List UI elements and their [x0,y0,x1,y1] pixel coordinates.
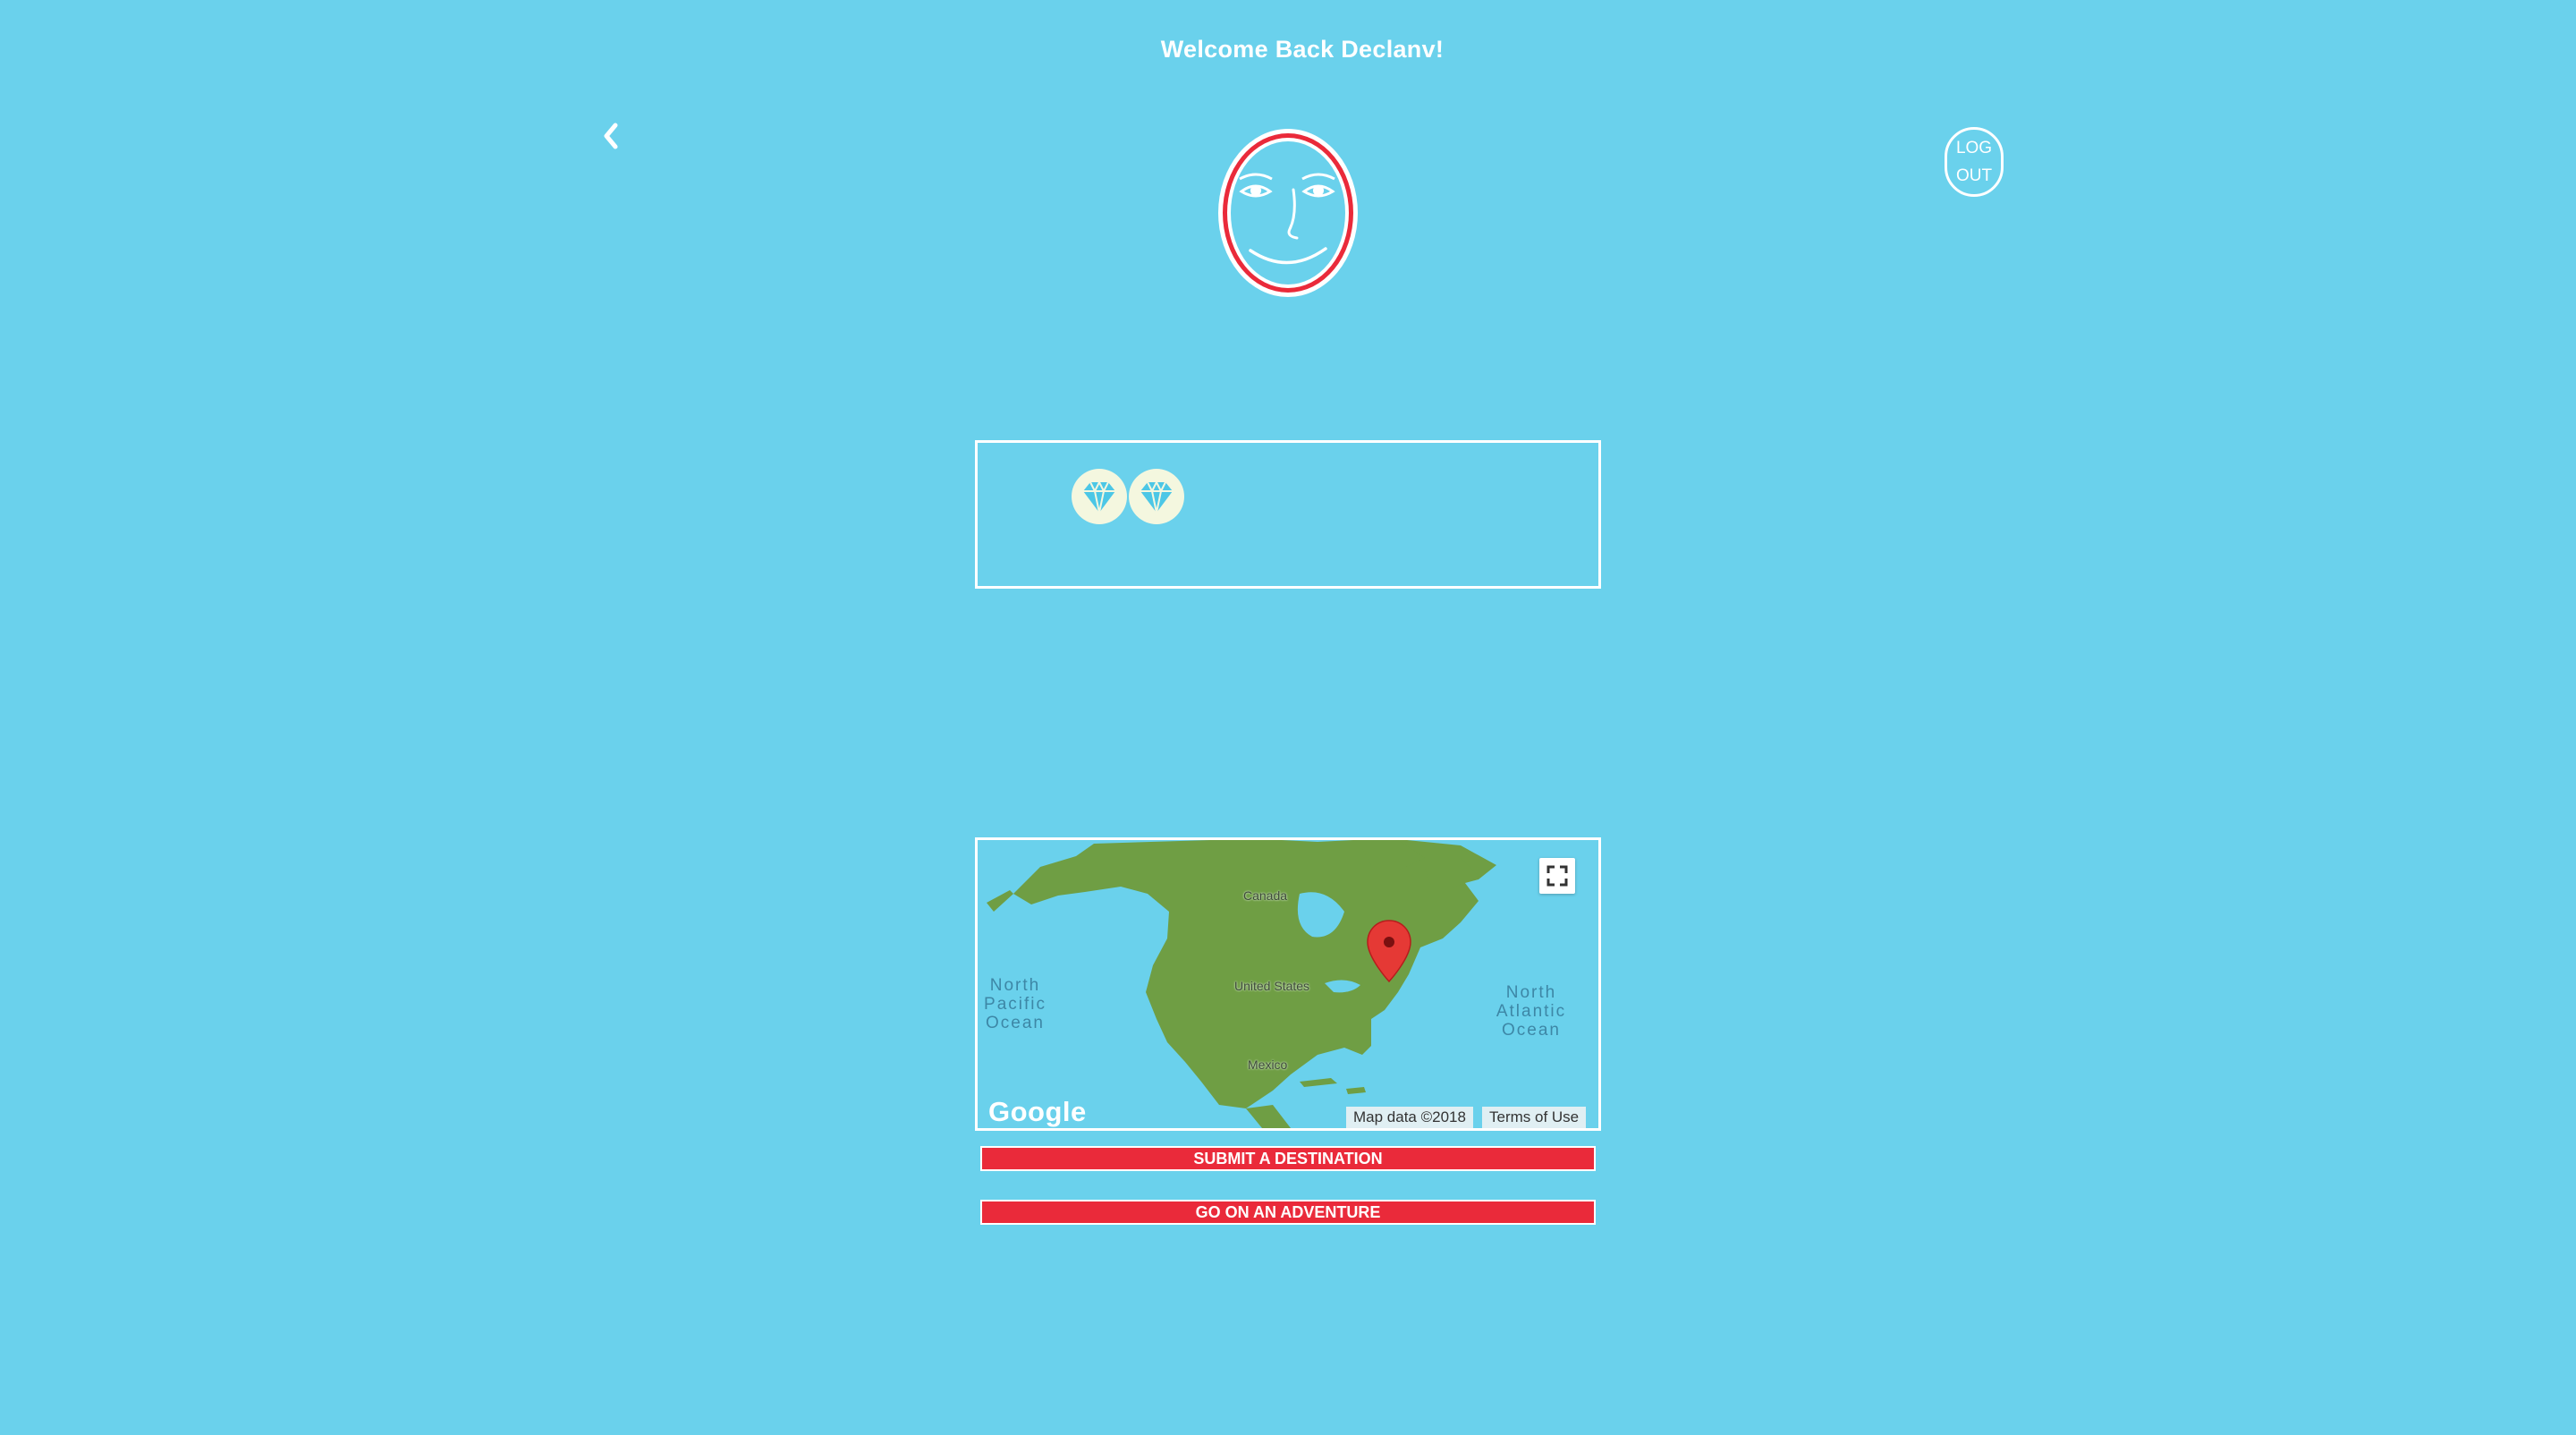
back-button[interactable] [594,118,630,154]
diamond-icon [1129,469,1184,524]
map-terms-link[interactable]: Terms of Use [1482,1107,1587,1128]
map-data-attribution: Map data ©2018 [1346,1107,1473,1128]
gems-panel [975,440,1601,589]
map-fullscreen-button[interactable] [1539,858,1575,894]
country-label-mexico: Mexico [1248,1057,1288,1072]
smiling-face-avatar-icon [1218,129,1358,297]
logout-button[interactable]: LOG OUT [1945,127,2004,197]
map-widget[interactable]: North Pacific Ocean North Atlantic Ocean… [975,837,1601,1131]
fullscreen-icon [1546,865,1568,887]
gem-badge [1128,468,1185,525]
logout-label-line2: OUT [1955,166,1993,185]
google-logo[interactable]: Google [988,1096,1087,1128]
submit-destination-button[interactable]: SUBMIT A DESTINATION [980,1146,1596,1171]
country-label-canada: Canada [1243,888,1288,903]
go-adventure-button[interactable]: GO ON AN ADVENTURE [980,1200,1596,1225]
page-title: Welcome Back Declanv! [1160,36,1445,63]
ocean-label-north-pacific: North Pacific Ocean [984,976,1046,1032]
avatar[interactable] [1215,125,1361,301]
country-label-united-states: United States [1234,979,1310,993]
logout-label-line1: LOG [1955,139,1993,157]
gem-badge [1071,468,1128,525]
chevron-left-icon [604,123,618,149]
ocean-label-north-atlantic: North Atlantic Ocean [1496,983,1567,1040]
diamond-icon [1072,469,1127,524]
